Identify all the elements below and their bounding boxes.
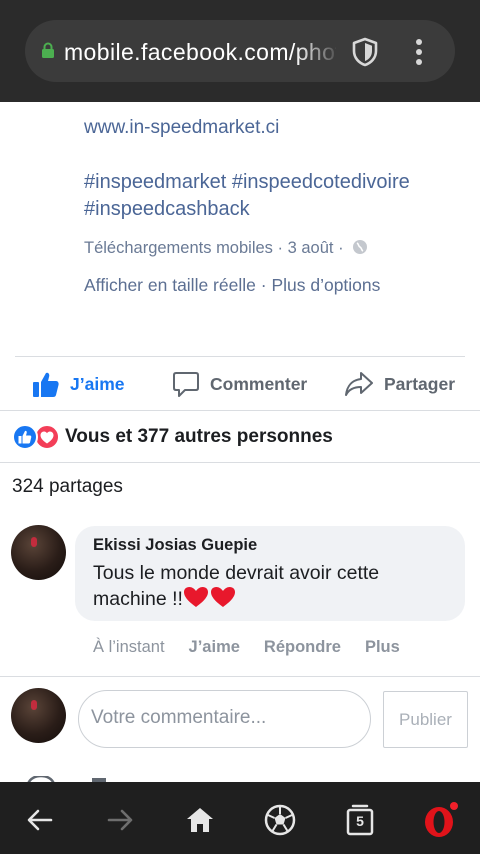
menu-dots-icon[interactable] bbox=[409, 36, 429, 68]
lock-icon bbox=[42, 42, 54, 58]
comment-body: Tous le monde devrait avoir cette machin… bbox=[93, 561, 453, 612]
comment-input[interactable]: Votre commentaire... bbox=[78, 690, 371, 748]
publish-button[interactable]: Publier bbox=[383, 691, 468, 748]
comment-label: Commenter bbox=[210, 373, 308, 394]
post-hashtags[interactable]: #inspeedmarket #inspeedcotedivoire #insp… bbox=[84, 169, 464, 223]
comment-more-button[interactable]: Plus bbox=[365, 638, 400, 657]
meta-separator: · bbox=[338, 239, 344, 257]
like-button[interactable]: J’aime bbox=[32, 366, 124, 402]
back-button[interactable] bbox=[22, 802, 58, 838]
share-label: Partager bbox=[384, 373, 456, 394]
address-bar[interactable]: mobile.facebook.com/photo bbox=[25, 20, 455, 82]
commenter-avatar[interactable] bbox=[11, 525, 66, 580]
comment-bubble: Ekissi Josias Guepie Tous le monde devra… bbox=[75, 526, 465, 621]
meta-separator: · bbox=[277, 239, 288, 257]
like-reaction-icon bbox=[12, 424, 38, 450]
divider bbox=[0, 410, 480, 411]
comment-button[interactable]: Commenter bbox=[172, 366, 307, 402]
thumbs-up-icon bbox=[33, 372, 59, 397]
football-icon bbox=[264, 804, 296, 836]
browser-top-bar: mobile.facebook.com/photo bbox=[0, 0, 480, 102]
share-button[interactable]: Partager bbox=[344, 366, 455, 402]
opera-menu-button[interactable] bbox=[422, 802, 458, 838]
comment-reply-button[interactable]: Répondre bbox=[264, 638, 341, 657]
divider bbox=[0, 676, 480, 677]
speed-dial-button[interactable] bbox=[262, 802, 298, 838]
home-icon bbox=[187, 808, 213, 832]
photo-options: Afficher en taille réelle · Plus d’optio… bbox=[84, 275, 380, 296]
shield-icon[interactable] bbox=[351, 37, 379, 67]
album-link[interactable]: Téléchargements mobiles bbox=[84, 239, 273, 257]
user-avatar bbox=[11, 688, 66, 743]
shares-count[interactable]: 324 partages bbox=[12, 476, 123, 498]
post-date[interactable]: 3 août bbox=[288, 239, 334, 257]
divider bbox=[15, 356, 465, 357]
post-meta: Téléchargements mobiles · 3 août · bbox=[84, 239, 368, 258]
red-hearts-emoji bbox=[183, 586, 237, 608]
reactions-text: Vous et 377 autres personnes bbox=[65, 426, 333, 447]
meta-separator: · bbox=[260, 275, 272, 295]
back-arrow-icon bbox=[27, 809, 53, 831]
reactions-summary[interactable]: Vous et 377 autres personnes bbox=[12, 423, 333, 451]
forward-button[interactable] bbox=[102, 802, 138, 838]
globe-icon bbox=[353, 240, 368, 254]
forward-arrow-icon bbox=[107, 809, 133, 831]
url-fade bbox=[295, 34, 341, 70]
tab-count: 5 bbox=[356, 813, 364, 829]
more-options-link[interactable]: Plus d’options bbox=[271, 275, 380, 295]
view-full-size-link[interactable]: Afficher en taille réelle bbox=[84, 275, 256, 295]
comment-author[interactable]: Ekissi Josias Guepie bbox=[93, 536, 257, 555]
tabs-button[interactable]: 5 bbox=[342, 802, 378, 838]
like-label: J’aime bbox=[70, 373, 125, 394]
post-website-link[interactable]: www.in-speedmarket.ci bbox=[84, 117, 279, 139]
comment-time: À l’instant bbox=[93, 638, 165, 656]
opera-logo-icon bbox=[425, 802, 458, 837]
divider bbox=[0, 462, 480, 463]
comment-like-button[interactable]: J’aime bbox=[189, 638, 240, 657]
comment-actions: À l’instant J’aime Répondre Plus bbox=[93, 638, 424, 657]
share-arrow-icon bbox=[345, 372, 373, 396]
home-button[interactable] bbox=[182, 802, 218, 838]
comment-bubble-icon bbox=[173, 372, 199, 397]
browser-bottom-nav: 5 bbox=[0, 782, 480, 854]
